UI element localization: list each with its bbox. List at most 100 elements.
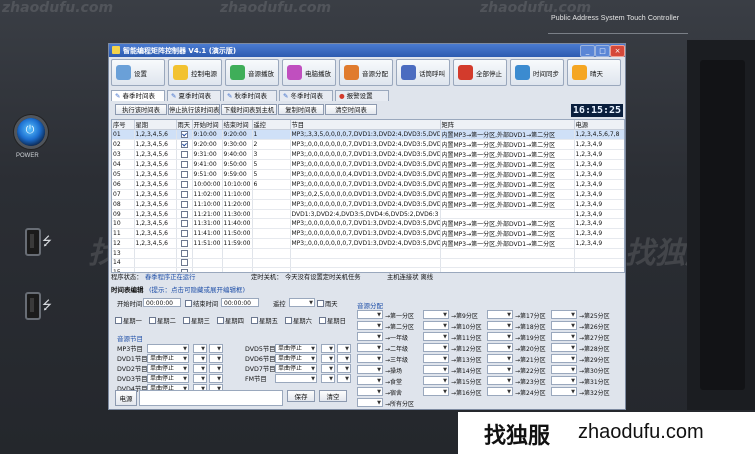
rain-checkbox[interactable] (180, 250, 188, 258)
rain-checkbox[interactable] (180, 259, 188, 267)
zone-source-select[interactable] (551, 365, 577, 374)
zone-source-select[interactable] (551, 376, 577, 385)
tab-season[interactable]: ✎ 秋季时间表 (223, 90, 277, 101)
source-select[interactable]: 单曲停止 (147, 364, 189, 373)
source-option-select[interactable] (193, 354, 207, 363)
source-select[interactable]: 单曲停止 (147, 354, 189, 363)
column-header[interactable]: 遥控 (252, 120, 291, 130)
remote-select[interactable] (289, 298, 315, 307)
source-option-select[interactable] (321, 344, 335, 353)
zone-source-select[interactable] (357, 332, 383, 341)
table-row[interactable]: 14 (112, 258, 624, 269)
source-select[interactable]: 单曲停止 (147, 374, 189, 383)
action-button[interactable]: 复制时间表 (278, 104, 324, 115)
zone-source-select[interactable] (357, 354, 383, 363)
zone-source-select[interactable] (487, 365, 513, 374)
zone-source-select[interactable] (357, 365, 383, 374)
zone-source-select[interactable] (423, 387, 449, 396)
zone-source-select[interactable] (357, 376, 383, 385)
zone-source-select[interactable] (357, 387, 383, 396)
column-header[interactable]: 矩阵 (440, 120, 575, 130)
action-button[interactable]: 停止执行该时间表 (168, 104, 220, 115)
table-row[interactable]: 12 1,2,3,4,5,6 11:51:00 11:59:00 MP3;,0,0,0,… (112, 238, 624, 250)
minimize-button[interactable]: _ (580, 45, 595, 57)
rain-checkbox[interactable] (180, 201, 188, 208)
source-option-select[interactable] (321, 354, 335, 363)
power-button[interactable]: ⏻ (17, 118, 45, 146)
power-button[interactable]: 电源 (115, 390, 137, 406)
source-select[interactable]: 单曲停止 (275, 344, 317, 353)
zone-source-select[interactable] (423, 343, 449, 352)
zone-source-select[interactable] (357, 398, 383, 407)
source-option-select[interactable] (337, 374, 351, 383)
weekday-checkbox[interactable] (251, 317, 258, 324)
power-field[interactable] (139, 390, 283, 406)
weekday-checkbox[interactable] (115, 317, 122, 324)
zone-source-select[interactable] (551, 332, 577, 341)
save-button[interactable]: 保存 (287, 390, 315, 402)
zone-source-select[interactable] (423, 376, 449, 385)
source-option-select[interactable] (193, 374, 207, 383)
zone-source-select[interactable] (487, 376, 513, 385)
zone-source-select[interactable] (551, 310, 577, 319)
rain-checkbox[interactable] (180, 210, 188, 218)
clear-button[interactable]: 清空 (319, 390, 347, 402)
action-button[interactable]: 清空时间表 (325, 104, 377, 115)
column-header[interactable]: 星期 (134, 120, 177, 130)
table-row[interactable]: 02 1,2,3,4,5,6 9:20:00 9:30:00 2 MP3;,0,0,0,0… (112, 139, 624, 150)
tab-season[interactable]: ✎ 冬季时间表 (279, 90, 333, 101)
end-time-checkbox[interactable] (185, 300, 192, 307)
source-select[interactable]: 单曲停止 (275, 354, 317, 363)
source-option-select[interactable] (321, 364, 335, 373)
rain-checkbox[interactable] (180, 131, 188, 138)
tab-season[interactable]: ✎ 夏季时间表 (167, 90, 221, 101)
rain-checkbox[interactable] (180, 171, 188, 178)
rain-checkbox[interactable] (180, 161, 188, 168)
toolbar-button[interactable]: 话筒呼叫 (396, 59, 450, 86)
action-button[interactable]: 下载时间表到主机 (221, 104, 277, 115)
source-option-select[interactable] (209, 354, 223, 363)
zone-source-select[interactable] (423, 332, 449, 341)
column-header[interactable]: 序号 (112, 120, 135, 130)
column-header[interactable]: 雨天 (176, 120, 193, 130)
table-row[interactable]: 11 1,2,3,4,5,6 11:41:00 11:50:00 MP3;,0,0,0,… (112, 228, 624, 240)
zone-source-select[interactable] (551, 387, 577, 396)
source-select[interactable] (275, 374, 317, 383)
toolbar-button[interactable]: 时间同步 (510, 59, 564, 86)
close-button[interactable]: × (610, 45, 625, 57)
editor-hint[interactable]: (提示：点击可隐藏或展开编辑框) (149, 284, 245, 294)
action-button[interactable]: 执行该时间表 (115, 104, 167, 115)
rain-checkbox[interactable] (317, 300, 324, 307)
source-option-select[interactable] (209, 364, 223, 373)
source-option-select[interactable] (209, 344, 223, 353)
rain-checkbox[interactable] (180, 220, 188, 228)
table-row[interactable]: 01 1,2,3,4,5,6 9:10:00 9:20:00 1 MP3;,3,3,5,0… (112, 129, 624, 140)
zone-source-select[interactable] (551, 354, 577, 363)
zone-source-select[interactable] (357, 310, 383, 319)
toolbar-button[interactable]: 晴天 (567, 59, 621, 86)
source-option-select[interactable] (337, 344, 351, 353)
table-row[interactable]: 09 1,2,3,4,5,6 11:21:00 11:30:00 DVD1:3,DVD2… (112, 209, 624, 220)
rain-checkbox[interactable] (180, 191, 188, 198)
source-option-select[interactable] (193, 364, 207, 373)
source-select[interactable]: 单曲停止 (275, 364, 317, 373)
zone-source-select[interactable] (423, 354, 449, 363)
zone-source-select[interactable] (487, 343, 513, 352)
source-option-select[interactable] (337, 354, 351, 363)
rain-checkbox[interactable] (180, 230, 188, 238)
rain-checkbox[interactable] (180, 181, 188, 188)
maximize-button[interactable]: □ (595, 45, 610, 57)
zone-source-select[interactable] (551, 343, 577, 352)
schedule-table[interactable]: 序号 星期 雨天 开始时间 结束时间 遥控 节目 矩阵 电源 01 1,2,3,4,5,6 9:10… (111, 119, 625, 273)
table-row[interactable]: 03 1,2,3,4,5,6 9:31:00 9:40:00 3 MP3;,0,0,0,0… (112, 149, 624, 160)
zone-source-select[interactable] (357, 343, 383, 352)
toolbar-button[interactable]: 控制电源 (168, 59, 222, 86)
table-row[interactable]: 10 1,2,3,4,5,6 11:31:00 11:40:00 MP3;,0,0,0,… (112, 218, 624, 230)
weekday-checkbox[interactable] (149, 317, 156, 324)
zone-source-select[interactable] (487, 321, 513, 330)
column-header[interactable]: 电源 (574, 120, 624, 130)
toolbar-button[interactable]: 电脑播放 (282, 59, 336, 86)
table-row[interactable]: 08 1,2,3,4,5,6 11:10:00 11:20:00 MP3;,0,0,0,… (112, 199, 624, 210)
table-row[interactable]: 04 1,2,3,4,5,6 9:41:00 9:50:00 5 MP3;,0,0,0,0… (112, 159, 624, 170)
zone-source-select[interactable] (423, 321, 449, 330)
